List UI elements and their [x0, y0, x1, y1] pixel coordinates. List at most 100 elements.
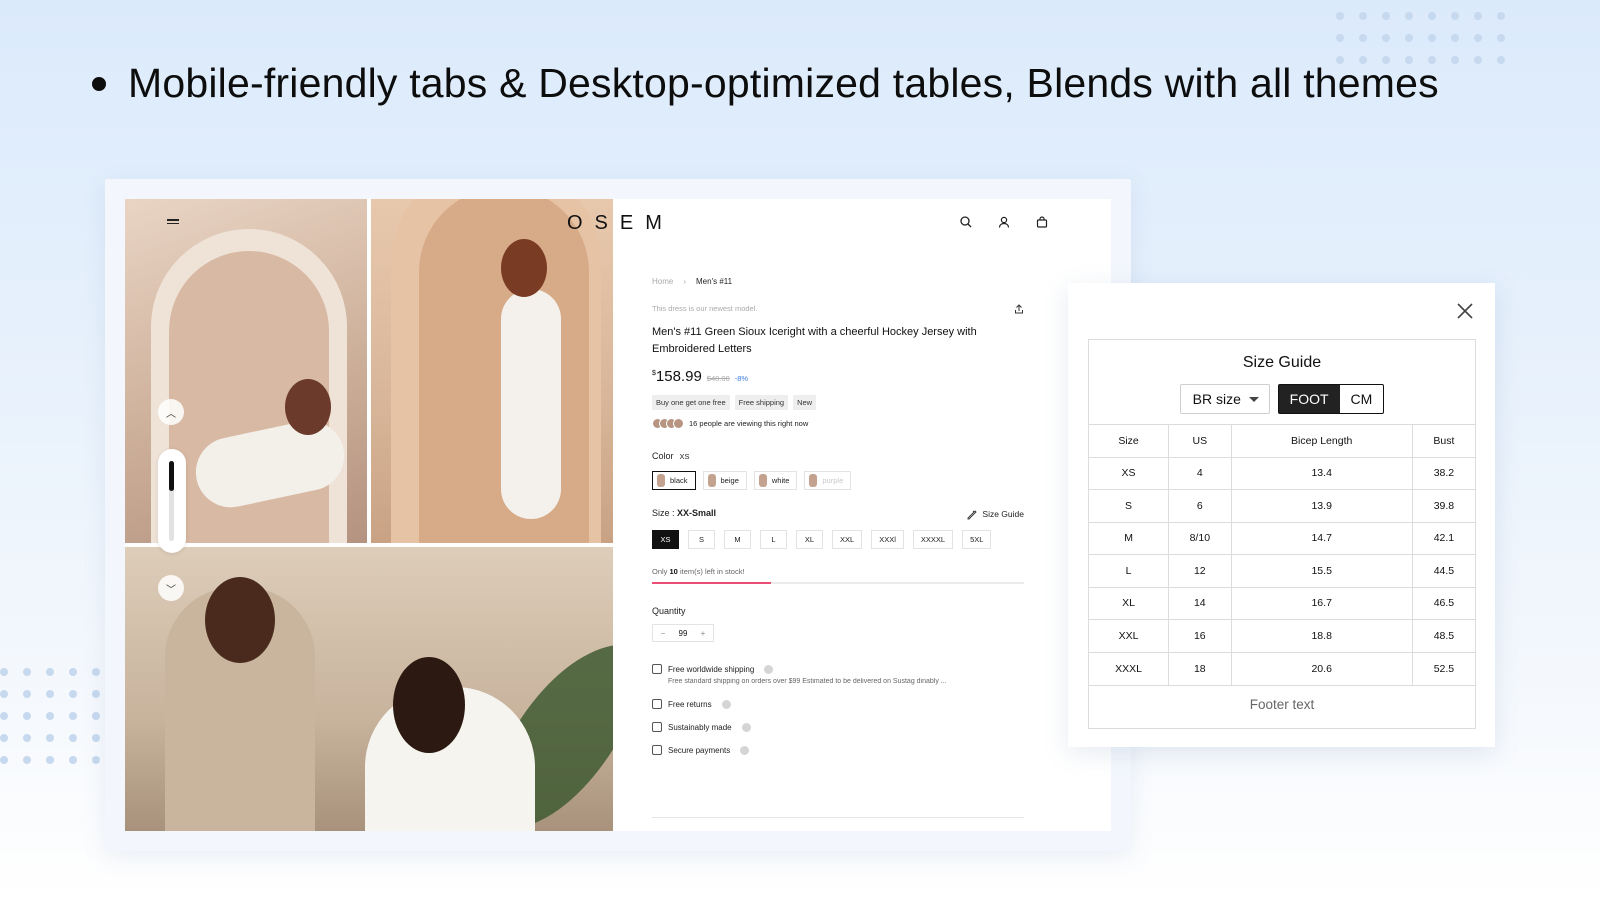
close-icon[interactable]: [1455, 301, 1475, 321]
breadcrumb-current: Men's #11: [696, 277, 733, 286]
size-option[interactable]: XS: [652, 530, 679, 549]
table-cell: 52.5: [1412, 651, 1475, 685]
card-icon: [652, 745, 662, 755]
stock-progress-bar: [652, 582, 1024, 584]
product-info: Home › Men's #11 This dress is our newes…: [652, 277, 1024, 768]
store-logo[interactable]: OSEM: [567, 212, 674, 235]
stock-progress-fill: [652, 582, 772, 584]
table-row: M 8/10 14.7 42.1: [1089, 521, 1475, 555]
table-row: XXXL 18 20.6 52.5: [1089, 651, 1475, 685]
size-option[interactable]: XXL: [832, 530, 863, 549]
color-swatch-beige[interactable]: beige: [702, 471, 747, 490]
table-cell: S: [1089, 489, 1170, 522]
size-guide-link[interactable]: Size Guide: [966, 508, 1024, 520]
menu-icon[interactable]: [167, 217, 179, 226]
help-icon[interactable]: [721, 699, 731, 709]
table-cell: 8/10: [1168, 521, 1232, 555]
product-page: OSEM ︿ ﹀ Home › Men's #11 This dress is …: [125, 199, 1111, 831]
live-viewers: 16 people are viewing this right now: [652, 418, 1024, 429]
viewer-avatars: [652, 418, 684, 429]
table-cell: XS: [1089, 456, 1170, 490]
quantity-increase-button[interactable]: +: [693, 625, 713, 641]
stock-notice: Only 10 item(s) left in stock!: [652, 567, 745, 576]
table-cell: 18: [1168, 651, 1232, 685]
size-guide-title: Size Guide: [1242, 354, 1322, 371]
column-header: Bicep Length: [1231, 424, 1413, 457]
help-icon[interactable]: [740, 745, 750, 755]
swatch-thumb: [707, 474, 716, 487]
size-option[interactable]: XXXl: [871, 530, 904, 549]
share-icon[interactable]: [1014, 304, 1024, 316]
table-cell: 16.7: [1231, 586, 1413, 620]
color-swatch-black[interactable]: black: [652, 471, 696, 490]
table-cell: M: [1089, 521, 1170, 555]
table-cell: 38.2: [1412, 456, 1475, 490]
model-figure: [501, 289, 561, 519]
color-options: black beige white purple: [652, 471, 1024, 490]
size-table: Size US Bicep Length Bust XS 4 13.4 38.2 S 6 1…: [1089, 424, 1475, 685]
tag: Free shipping: [734, 395, 789, 410]
table-cell: 15.5: [1231, 554, 1413, 587]
size-option[interactable]: XL: [796, 530, 823, 549]
table-row: L 12 15.5 44.5: [1089, 554, 1475, 587]
search-icon[interactable]: [959, 215, 973, 229]
price-row: $158.99 $48.00 -8%: [652, 368, 1024, 385]
perk-shipping: Free worldwide shipping: [652, 664, 1024, 674]
size-option[interactable]: L: [760, 530, 787, 549]
model-hair: [501, 239, 547, 297]
table-cell: 44.5: [1412, 554, 1475, 587]
column-header: Bust: [1412, 424, 1475, 457]
size-option[interactable]: M: [724, 530, 751, 549]
color-selected: XS: [679, 452, 690, 461]
gallery-scrollbar[interactable]: [158, 449, 186, 553]
help-icon[interactable]: [741, 722, 751, 732]
unit-foot-button[interactable]: FOOT: [1278, 385, 1340, 413]
color-swatch-white[interactable]: white: [753, 471, 798, 490]
product-title: Men's #11 Green Sioux Iceright with a ch…: [652, 326, 977, 355]
header-icons: [959, 215, 1049, 229]
product-perks: Free worldwide shipping Free standard sh…: [652, 664, 1024, 755]
product-photo-2[interactable]: [371, 199, 613, 543]
headline-text: Mobile-friendly tabs & Desktop-optimized…: [128, 60, 1439, 106]
breadcrumb-home[interactable]: Home: [652, 277, 673, 286]
column-header: Size: [1089, 424, 1170, 457]
account-icon[interactable]: [997, 215, 1011, 229]
table-cell: XXL: [1089, 619, 1170, 652]
swatch-thumb: [657, 474, 665, 487]
swatch-thumb: [809, 474, 818, 487]
size-option[interactable]: S: [688, 530, 715, 549]
bullet-icon: [92, 76, 106, 91]
chevron-down-icon[interactable]: ﹀: [158, 575, 184, 601]
perk-shipping-detail: Free standard shipping on orders over $9…: [668, 678, 947, 685]
product-tags: Buy one get one free Free shipping New: [652, 395, 1024, 410]
quantity-decrease-button[interactable]: −: [653, 625, 673, 641]
size-option[interactable]: XXXXL: [912, 530, 954, 549]
chevron-up-icon[interactable]: ︿: [158, 399, 184, 425]
cart-icon[interactable]: [1035, 215, 1049, 229]
viewers-text: 16 people are viewing this right now: [689, 419, 809, 428]
product-photo-3[interactable]: [125, 547, 613, 831]
table-cell: 13.9: [1231, 489, 1413, 522]
model-hair: [205, 577, 275, 663]
color-swatch-purple[interactable]: purple: [804, 471, 852, 490]
model-hair: [285, 379, 331, 435]
ruler-icon: [967, 510, 978, 520]
size-region-select[interactable]: BR size: [1179, 384, 1270, 414]
size-label-row: Size : XX-Small Size Guide: [652, 508, 1024, 520]
size-guide-controls: BR size FOOT CM: [1089, 384, 1475, 414]
model-hair: [393, 657, 465, 753]
size-option[interactable]: 5XL: [962, 530, 992, 549]
divider: [652, 817, 1024, 818]
decor-dots-top-right: [1336, 12, 1520, 64]
help-icon[interactable]: [764, 664, 774, 674]
table-cell: 6: [1168, 489, 1232, 522]
quantity-input[interactable]: 99: [673, 625, 693, 641]
headline: Mobile-friendly tabs & Desktop-optimized…: [92, 60, 1582, 107]
size-guide-footer: Footer text: [1089, 684, 1475, 723]
teaser-text: This dress is our newest model.: [652, 304, 758, 313]
color-label: Color XS: [652, 451, 690, 461]
tag: Buy one get one free: [652, 395, 730, 410]
table-header-row: Size US Bicep Length Bust: [1089, 424, 1475, 457]
table-cell: 4: [1168, 456, 1232, 490]
unit-cm-button[interactable]: CM: [1340, 385, 1384, 413]
